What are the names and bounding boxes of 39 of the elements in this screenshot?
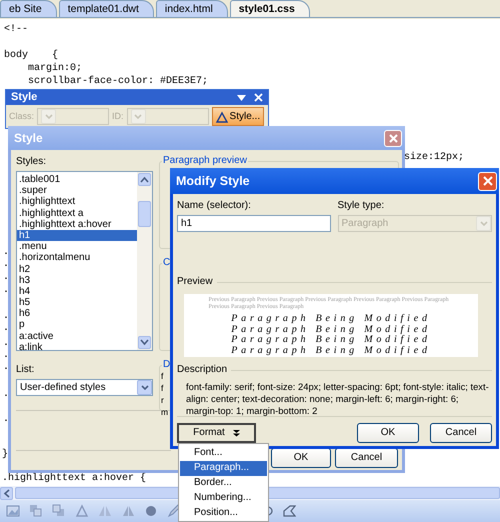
class-label: Class: <box>9 111 34 122</box>
dialog-title: Modify Style <box>176 174 250 188</box>
group-text-line: m <box>161 406 168 418</box>
code-line: . <box>3 414 10 426</box>
preview-text: Paragraph Being Modified <box>231 314 431 324</box>
list-label: List: <box>16 364 36 376</box>
code-line: . <box>3 338 10 350</box>
style-type-label: Style type: <box>338 200 386 212</box>
toolbar-title: Style <box>11 90 38 104</box>
group-text-line: f <box>161 382 164 394</box>
code-line: . <box>3 285 10 297</box>
code-line: scrollbar-face-color: #DEE3E7; <box>28 76 208 88</box>
code-line: . <box>3 311 10 323</box>
code-line: . <box>3 362 10 374</box>
preview-text: Paragraph Being Modified <box>231 335 431 346</box>
name-label: Name (selector): <box>177 200 252 212</box>
group-label: Paragraph preview <box>162 155 248 167</box>
code-line: . <box>3 272 10 284</box>
code-line: . <box>3 350 10 362</box>
code-line: .highlighttext a:hover { <box>2 473 146 485</box>
code-line: <!-- <box>4 24 28 36</box>
code-line: margin:0; <box>28 63 82 75</box>
preview-text: Paragraph Being Modified <box>231 346 431 356</box>
code-line: . <box>3 247 10 259</box>
group-text-line: r <box>161 394 164 406</box>
preview-label: Preview <box>177 276 213 288</box>
code-line: size:12px; <box>404 152 464 164</box>
preview-text: Paragraph Being Modified <box>231 324 431 335</box>
dialog-title: Style <box>14 130 43 146</box>
code-line: . <box>3 259 10 271</box>
styles-label: Styles: <box>16 156 48 168</box>
code-line: . <box>3 389 10 401</box>
code-line: body { <box>4 50 58 62</box>
description-label: Description <box>177 364 228 376</box>
code-line: . <box>3 323 10 335</box>
group-text-line: f <box>161 370 164 382</box>
code-line: } <box>2 449 8 461</box>
description-text: font-family: serif; font-size: 24px; letter-spacing: 6pt; font-style: italic; text-align: center; text-decoration: none; margin-left: 6; margin-right: 6; margin-top: 1; margin-bottom: 2 <box>185 380 490 417</box>
id-label: ID: <box>112 111 124 122</box>
